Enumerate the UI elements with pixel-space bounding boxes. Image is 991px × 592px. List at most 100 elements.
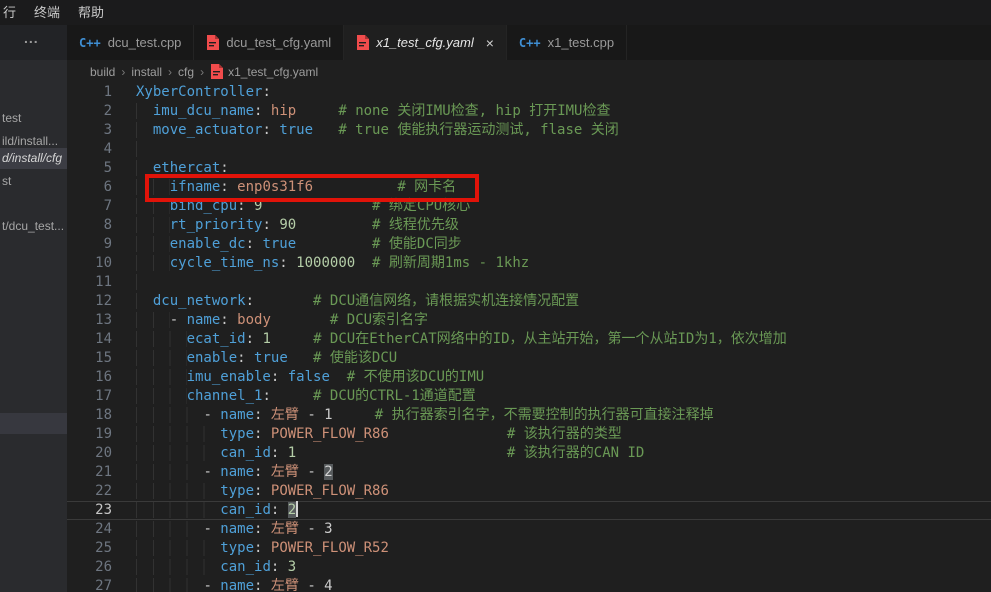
breadcrumb-file[interactable]: x1_test_cfg.yaml [228, 65, 318, 79]
breadcrumb-item-build[interactable]: build [90, 65, 115, 79]
code-line[interactable]: 4 [67, 140, 991, 159]
code-token [271, 388, 313, 404]
code-content: - name: body # DCU索引名字 [136, 311, 428, 330]
sidebar-item[interactable]: test [2, 108, 67, 128]
code-line[interactable]: 25 type: POWER_FLOW_R52 [67, 539, 991, 558]
code-line[interactable]: 23 can_id: 2 [67, 501, 991, 520]
code-line[interactable]: 10 cycle_time_ns: 1000000 # 刷新周期1ms - 1k… [67, 254, 991, 273]
line-number: 18 [67, 406, 136, 425]
code-token [279, 502, 287, 518]
code-line[interactable]: 2 imu_dcu_name: hip # none 关闭IMU检查, hip … [67, 102, 991, 121]
menu-item-行[interactable]: 行 [0, 0, 25, 25]
code-token: - [170, 312, 187, 328]
code-line[interactable]: 18 - name: 左臂 - 1 # 执行器索引名字，不需要控制的执行器可直接… [67, 406, 991, 425]
breadcrumb-item-cfg[interactable]: cfg [178, 65, 194, 79]
code-content: type: POWER_FLOW_R52 [136, 539, 389, 558]
menu-item-终端[interactable]: 终端 [25, 0, 69, 25]
code-token: POWER_FLOW_R86 [271, 483, 389, 499]
code-token: # DCU在EtherCAT网络中的ID，从主站开始，第一个从站ID为1，依次增… [313, 331, 787, 347]
code-line[interactable]: 13 - name: body # DCU索引名字 [67, 311, 991, 330]
code-content: dcu_network: # DCU通信网络，请根据实机连接情况配置 [136, 292, 579, 311]
code-line[interactable]: 27 - name: 左臂 - 4 [67, 577, 991, 592]
line-number: 10 [67, 254, 136, 273]
code-line[interactable]: 19 type: POWER_FLOW_R86 # 该执行器的类型 [67, 425, 991, 444]
code-content: imu_dcu_name: hip # none 关闭IMU检查, hip 打开… [136, 102, 611, 121]
code-token [136, 350, 187, 366]
sidebar-item[interactable]: st [2, 171, 67, 191]
code-token: 左臂 [271, 521, 299, 537]
cpp-icon: C++ [519, 36, 541, 50]
code-line[interactable]: 24 - name: 左臂 - 3 [67, 520, 991, 539]
code-token: can_id [220, 445, 271, 461]
code-line[interactable]: 8 rt_priority: 90 # 线程优先级 [67, 216, 991, 235]
tab-dcu_test.cpp[interactable]: C++dcu_test.cpp [67, 25, 194, 60]
code-token: - [203, 407, 220, 423]
sidebar: ... testild/install...d/install/cfgstt/d… [0, 25, 67, 592]
code-content: rt_priority: 90 # 线程优先级 [136, 216, 459, 235]
code-token [136, 293, 153, 309]
code-content: - name: 左臂 - 4 [136, 577, 333, 592]
code-line[interactable]: 14 ecat_id: 1 # DCU在EtherCAT网络中的ID，从主站开始… [67, 330, 991, 349]
code-token [136, 407, 203, 423]
code-line[interactable]: 11 [67, 273, 991, 292]
line-number: 5 [67, 159, 136, 178]
code-token: name [220, 407, 254, 423]
code-content: move_actuator: true # true 使能执行器运动测试, fl… [136, 121, 619, 140]
yaml-file-icon [210, 64, 223, 79]
code-token [136, 122, 153, 138]
code-line[interactable]: 15 enable: true # 使能该DCU [67, 349, 991, 368]
code-token [313, 122, 338, 138]
menu-item-帮助[interactable]: 帮助 [69, 0, 113, 25]
tab-x1_test_cfg.yaml[interactable]: x1_test_cfg.yaml× [344, 25, 507, 60]
code-token [136, 236, 170, 252]
code-token [389, 426, 507, 442]
code-token: type [220, 483, 254, 499]
line-number: 11 [67, 273, 136, 292]
sidebar-item[interactable]: d/install/cfg [0, 148, 67, 169]
code-token: false [288, 369, 330, 385]
line-number: 12 [67, 292, 136, 311]
code-line[interactable]: 12 dcu_network: # DCU通信网络，请根据实机连接情况配置 [67, 292, 991, 311]
tab-x1_test.cpp[interactable]: C++ x1_test.cpp [507, 25, 627, 60]
breadcrumb-separator: › [200, 65, 204, 79]
code-token: - [203, 464, 220, 480]
code-token: 1000000 [296, 255, 355, 271]
code-line[interactable]: 17 channel_1: # DCU的CTRL-1通道配置 [67, 387, 991, 406]
more-actions-icon[interactable]: ... [24, 30, 39, 46]
cpp-icon: C++ [79, 36, 101, 50]
tab-label: x1_test.cpp [548, 35, 615, 50]
tab-label: dcu_test_cfg.yaml [226, 35, 331, 50]
code-token: imu_dcu_name [153, 103, 254, 119]
tab-dcu_test_cfg.yaml[interactable]: dcu_test_cfg.yaml [194, 25, 344, 60]
vscode-window: 行终端帮助 ... testild/install...d/install/cf… [0, 0, 991, 592]
code-token [271, 331, 313, 347]
code-token: : [262, 217, 270, 233]
code-token: # DCU的CTRL-1通道配置 [313, 388, 476, 404]
code-line[interactable]: 16 imu_enable: false # 不使用该DCU的IMU [67, 368, 991, 387]
line-number: 19 [67, 425, 136, 444]
code-editor[interactable]: 1XyberController:2 imu_dcu_name: hip # n… [67, 83, 991, 592]
code-token: enable_dc [170, 236, 246, 252]
code-token: true [279, 122, 313, 138]
breadcrumb-item-install[interactable]: install [131, 65, 162, 79]
annotation-red-box [145, 174, 479, 202]
line-number: 2 [67, 102, 136, 121]
code-line[interactable]: 26 can_id: 3 [67, 558, 991, 577]
code-token [296, 236, 372, 252]
code-line[interactable]: 9 enable_dc: true # 使能DC同步 [67, 235, 991, 254]
code-token: type [220, 540, 254, 556]
tab-bar: C++dcu_test.cpp dcu_test_cfg.yaml x1_test_… [67, 25, 991, 60]
code-line[interactable]: 21 - name: 左臂 - 2 [67, 463, 991, 482]
line-number: 27 [67, 577, 136, 592]
close-icon[interactable]: × [486, 36, 494, 50]
code-line[interactable]: 1XyberController: [67, 83, 991, 102]
code-line[interactable]: 20 can_id: 1 # 该执行器的CAN ID [67, 444, 991, 463]
code-token: : [262, 84, 270, 100]
code-token [136, 388, 187, 404]
code-token: - [299, 464, 324, 480]
code-token: enable [187, 350, 238, 366]
code-line[interactable]: 3 move_actuator: true # true 使能执行器运动测试, … [67, 121, 991, 140]
sidebar-item[interactable]: t/dcu_test... [2, 216, 67, 236]
code-line[interactable]: 22 type: POWER_FLOW_R86 [67, 482, 991, 501]
code-token: can_id [220, 559, 271, 575]
